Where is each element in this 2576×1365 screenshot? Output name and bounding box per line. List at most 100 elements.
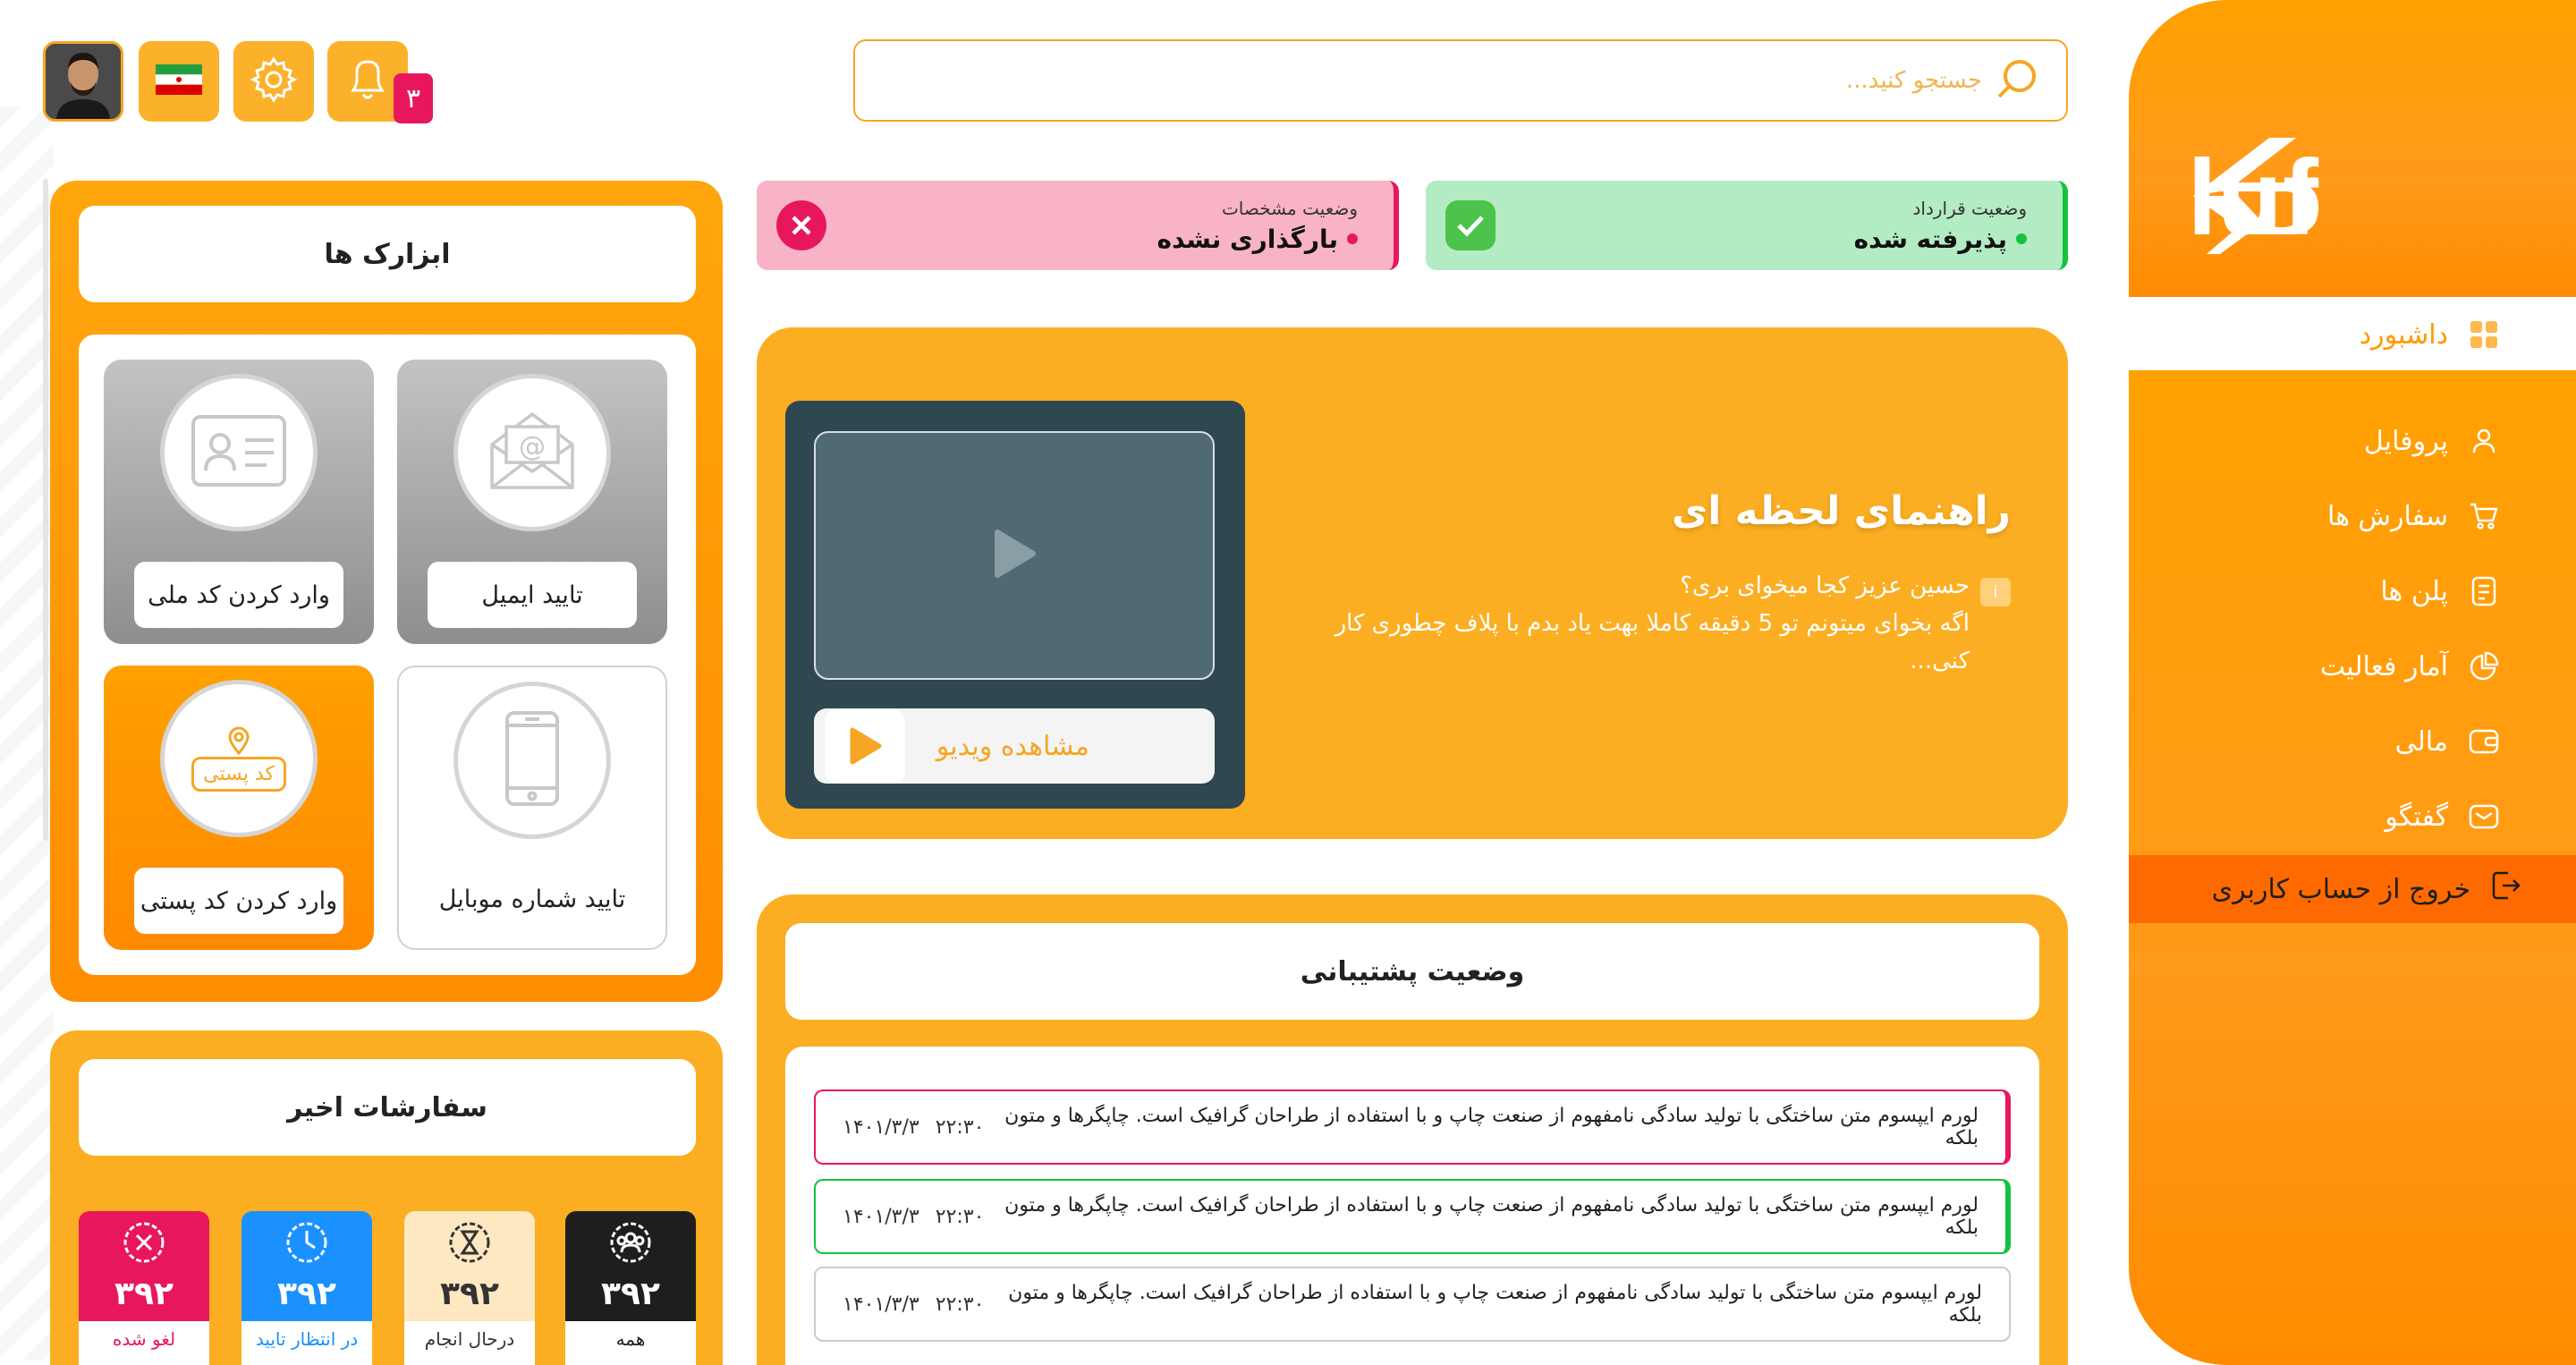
settings-button[interactable] — [233, 41, 314, 122]
orders-title: سفارشات اخیر — [79, 1059, 696, 1156]
ticket-row[interactable]: لورم ایپسوم متن ساختگی با تولید سادگی نا… — [814, 1089, 2011, 1165]
play-icon[interactable] — [990, 527, 1038, 584]
order-label: همه — [565, 1321, 696, 1365]
info-icon: i — [1980, 578, 2011, 606]
language-button[interactable] — [139, 41, 219, 122]
ticket-meta: ۱۴۰۱/۳/۳ ۲۲:۳۰ — [843, 1293, 984, 1316]
video-player[interactable] — [814, 431, 1215, 680]
gear-icon — [250, 55, 298, 107]
order-count: ۳۹۲ — [440, 1276, 499, 1312]
contract-status-value-row: پذیرفته شده — [1426, 225, 2027, 254]
ticket-row[interactable]: لورم ایپسوم متن ساختگی با تولید سادگی نا… — [814, 1179, 2011, 1254]
notification-count-badge: ۳ — [394, 73, 433, 123]
sidebar-item-finance[interactable]: مالی — [2129, 710, 2554, 773]
search-input[interactable] — [855, 67, 1982, 94]
status-dot — [1347, 233, 1358, 244]
sidebar-item-label: داشبورد — [2359, 318, 2448, 351]
logout-label: خروج از حساب کاربری — [2211, 873, 2470, 905]
iran-flag-icon — [156, 64, 202, 98]
tool-circle: کد پستی — [160, 680, 318, 837]
ticket-date: ۱۴۰۱/۳/۳ — [843, 1293, 919, 1316]
tool-circle: @ — [453, 374, 611, 531]
play-button-icon — [825, 708, 905, 784]
hourglass-icon — [447, 1220, 492, 1268]
sidebar-item-profile[interactable]: پروفایل — [2129, 410, 2554, 472]
order-tile-all[interactable]: ۳۹۲ همه — [565, 1211, 696, 1365]
message-icon — [2468, 801, 2500, 833]
tools-title: ابزارک ها — [79, 206, 696, 302]
postal-code-badge: کد پستی — [191, 756, 286, 792]
sidebar-item-dashboard[interactable]: داشبورد — [2129, 299, 2554, 370]
wallet-icon — [2468, 725, 2500, 758]
cart-icon — [2468, 500, 2500, 532]
sidebar: Pluf داشبورد پروفایل سفارش ها پلن ها — [2115, 0, 2576, 1365]
sidebar-item-orders[interactable]: سفارش ها — [2129, 485, 2554, 547]
tool-label: تایید ایمیل — [428, 562, 637, 628]
order-count: ۳۹۲ — [114, 1276, 174, 1312]
tool-tile-postal-code[interactable]: کد پستی وارد کردن کد پستی — [104, 666, 374, 950]
ticket-time: ۲۲:۳۰ — [935, 1293, 985, 1316]
order-tile-pending[interactable]: ۳۹۲ در انتظار تایید — [242, 1211, 372, 1365]
order-label: درحال انجام — [404, 1321, 535, 1365]
guide-title: راهنمای لحظه ای — [1671, 488, 2011, 534]
tool-circle — [453, 682, 611, 839]
tool-label: وارد کردن کد ملی — [134, 562, 343, 628]
ticket-date: ۱۴۰۱/۳/۳ — [843, 1115, 919, 1139]
ticket-row[interactable]: لورم ایپسوم متن ساختگی با تولید سادگی نا… — [814, 1267, 2011, 1342]
specs-status-value-row: بارگذاری نشده — [757, 225, 1358, 254]
guide-text: حسین عزیز کجا میخوای بری؟ اگه بخوای میتو… — [1272, 567, 1970, 680]
cancel-icon — [122, 1220, 166, 1268]
watch-video-button[interactable]: مشاهده ویدیو — [814, 708, 1215, 784]
sidebar-top-panel: Pluf — [2115, 0, 2576, 297]
email-icon: @ — [483, 402, 581, 504]
ticket-text: لورم ایپسوم متن ساختگی با تولید سادگی نا… — [1008, 1282, 1982, 1327]
pluf-logo[interactable]: Pluf — [2115, 129, 2524, 263]
support-ticket-list: لورم ایپسوم متن ساختگی با تولید سادگی نا… — [785, 1047, 2039, 1365]
id-card-icon — [190, 413, 288, 492]
ticket-text: لورم ایپسوم متن ساختگی با تولید سادگی نا… — [1004, 1194, 1979, 1239]
specs-status-card: وضعیت مشخصات بارگذاری نشده — [757, 181, 1399, 270]
tool-tile-email[interactable]: @ تایید ایمیل — [397, 360, 667, 644]
scrollbar-track[interactable] — [43, 179, 48, 841]
bell-icon — [346, 56, 389, 106]
recent-orders-widget: سفارشات اخیر ۳۹۲ همه ۳۹۲ درحال انجام ۳۹۲… — [50, 1030, 723, 1365]
sidebar-item-activity[interactable]: آمار فعالیت — [2129, 635, 2554, 698]
sidebar-item-label: گفتگو — [2385, 801, 2448, 833]
guide-text-line1: حسین عزیز کجا میخوای بری؟ — [1680, 572, 1970, 599]
guide-text-line2: اگه بخوای میتونم تو 5 دقیقه کاملا بهت یا… — [1335, 610, 1970, 674]
tools-widget: ابزارک ها @ تایید ایمیل وارد کردن کد ملی — [50, 181, 723, 1002]
logout-icon — [2490, 869, 2522, 909]
mobile-icon — [504, 709, 561, 811]
order-label: در انتظار تایید — [242, 1321, 372, 1365]
ticket-time: ۲۲:۳۰ — [935, 1115, 985, 1139]
cross-icon — [776, 200, 826, 250]
tool-tile-mobile[interactable]: تایید شماره موبایل — [397, 666, 667, 950]
quick-guide-card: راهنمای لحظه ای i حسین عزیز کجا میخوای ب… — [757, 327, 2068, 839]
order-tile-in-progress[interactable]: ۳۹۲ درحال انجام — [404, 1211, 535, 1365]
user-avatar-icon — [46, 44, 121, 119]
order-count: ۳۹۲ — [277, 1276, 336, 1312]
ticket-meta: ۱۴۰۱/۳/۳ ۲۲:۳۰ — [843, 1206, 984, 1228]
svg-text:@: @ — [519, 431, 546, 462]
order-count: ۳۹۲ — [601, 1276, 660, 1312]
support-title: وضعیت پشتیبانی — [785, 923, 2039, 1020]
clock-icon — [284, 1220, 329, 1268]
sidebar-item-label: پروفایل — [2364, 425, 2448, 457]
ticket-time: ۲۲:۳۰ — [935, 1205, 985, 1228]
status-dot — [2016, 233, 2027, 244]
tool-circle — [160, 374, 318, 531]
search-icon[interactable] — [1995, 56, 2039, 105]
tools-grid: @ تایید ایمیل وارد کردن کد ملی تایید شما… — [79, 335, 696, 975]
tool-label: تایید شماره موبایل — [429, 866, 635, 932]
sidebar-item-label: سفارش ها — [2326, 500, 2448, 532]
check-icon — [1445, 200, 1496, 250]
search-bar[interactable] — [853, 39, 2068, 122]
sidebar-item-chat[interactable]: گفتگو — [2129, 785, 2554, 848]
specs-status-label: وضعیت مشخصات — [1221, 197, 1358, 219]
sidebar-item-label: مالی — [2394, 725, 2448, 758]
sidebar-item-plans[interactable]: پلن ها — [2129, 560, 2554, 623]
avatar[interactable] — [43, 41, 123, 122]
order-tile-cancelled[interactable]: ۳۹۲ لغو شده — [79, 1211, 209, 1365]
logout-button[interactable]: خروج از حساب کاربری — [2129, 855, 2576, 923]
tool-tile-national-id[interactable]: وارد کردن کد ملی — [104, 360, 374, 644]
